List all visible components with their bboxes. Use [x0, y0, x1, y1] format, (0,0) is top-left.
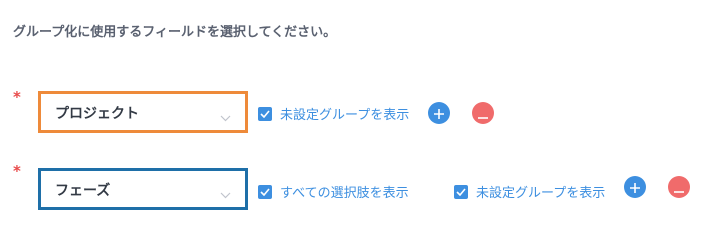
group-field-row-2: * フェーズ すべての選択肢を表示 未設定グループを表示 — [0, 162, 713, 210]
checkbox-checked-icon[interactable] — [258, 184, 272, 199]
field-select-1[interactable]: プロジェクト — [38, 91, 248, 133]
checkbox-show-all-options[interactable]: すべての選択肢を表示 — [258, 182, 409, 201]
checkbox-show-unset-groups-2[interactable]: 未設定グループを表示 — [454, 182, 605, 201]
select-value: プロジェクト — [55, 106, 139, 122]
group-field-row-1: * プロジェクト 未設定グループを表示 — [0, 88, 713, 134]
minus-icon — [478, 104, 488, 123]
checkbox-label: 未設定グループを表示 — [280, 108, 410, 123]
checkbox-show-unset-groups-1[interactable]: 未設定グループを表示 — [258, 104, 409, 123]
chevron-down-icon — [220, 184, 231, 203]
add-row-button[interactable] — [624, 176, 646, 198]
required-mark: * — [13, 88, 21, 106]
checkbox-label: 未設定グループを表示 — [476, 186, 606, 201]
instruction-text: グループ化に使用するフィールドを選択してください。 — [13, 25, 337, 40]
checkbox-checked-icon[interactable] — [454, 184, 468, 199]
chevron-down-icon — [220, 107, 231, 126]
plus-icon — [434, 104, 444, 123]
remove-row-button[interactable] — [668, 176, 690, 198]
add-row-button[interactable] — [428, 102, 450, 124]
required-mark: * — [13, 162, 21, 180]
remove-row-button[interactable] — [472, 102, 494, 124]
field-select-2[interactable]: フェーズ — [38, 168, 248, 210]
select-value: フェーズ — [55, 183, 111, 199]
checkbox-label: すべての選択肢を表示 — [280, 186, 409, 201]
plus-icon — [630, 178, 640, 197]
minus-icon — [674, 178, 684, 197]
checkbox-checked-icon[interactable] — [258, 106, 272, 121]
